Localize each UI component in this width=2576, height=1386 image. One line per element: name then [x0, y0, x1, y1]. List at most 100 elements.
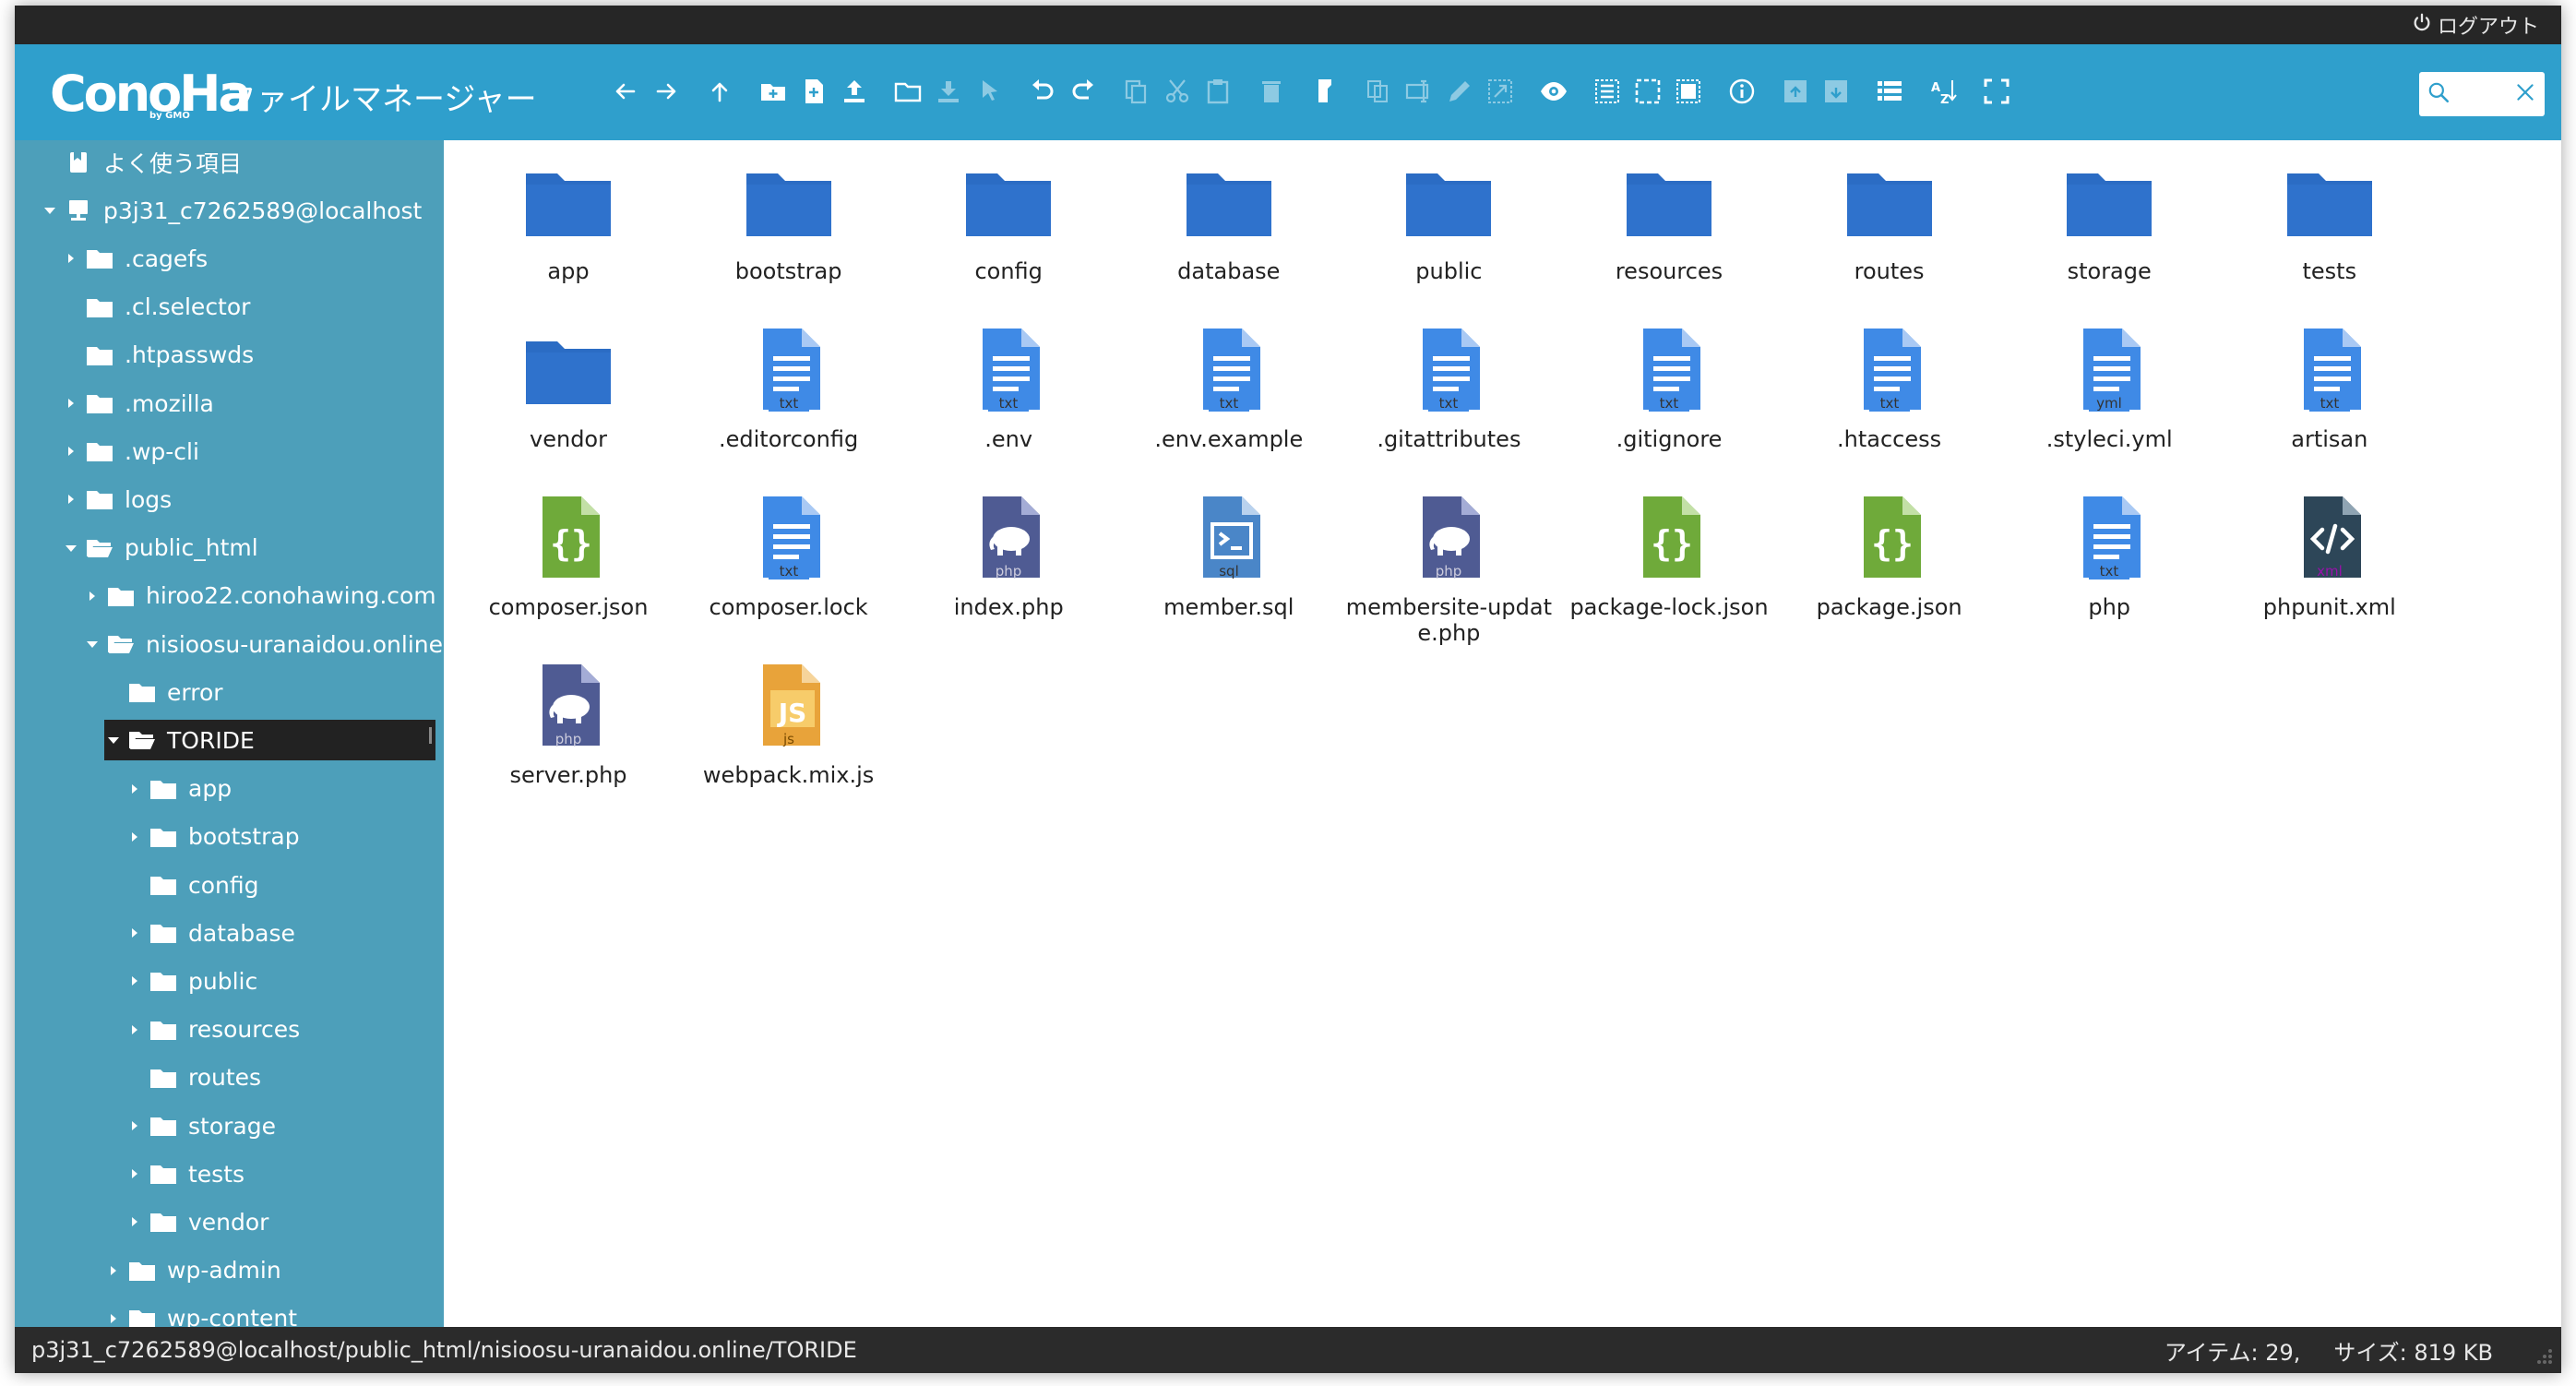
sidebar-item-cagefs[interactable]: .cagefs	[62, 238, 208, 279]
folder-item-public[interactable]: public	[1342, 157, 1555, 284]
resize-handle[interactable]	[429, 727, 432, 745]
search-box[interactable]	[2419, 72, 2545, 116]
file-item-webpack-mix-js[interactable]: JS js webpack.mix.js	[683, 661, 895, 788]
file-item-htaccess[interactable]: txt .htaccess	[1783, 325, 1996, 452]
forward-button[interactable]	[646, 74, 686, 113]
delete-button[interactable]	[1251, 74, 1292, 113]
file-item-package-lock-json[interactable]: {} package-lock.json	[1563, 493, 1775, 620]
file-item-php[interactable]: txt php	[2003, 493, 2215, 620]
extract-button[interactable]	[1775, 74, 1816, 113]
select-all-button[interactable]	[1587, 74, 1628, 113]
sidebar-item-database[interactable]: database	[125, 913, 295, 953]
file-item-editorconfig[interactable]: txt .editorconfig	[683, 325, 895, 452]
file-item-composer-lock[interactable]: txt composer.lock	[683, 493, 895, 620]
expand-arrow-icon[interactable]	[62, 249, 80, 268]
sidebar-item-public[interactable]: public	[125, 961, 257, 1001]
fullscreen-button[interactable]	[1976, 74, 2017, 113]
clear-search-icon[interactable]	[2513, 80, 2537, 108]
preview-button[interactable]	[1533, 74, 1574, 113]
folder-item-database[interactable]: database	[1123, 157, 1335, 284]
resize-button[interactable]	[1480, 74, 1521, 113]
expand-arrow-icon[interactable]	[125, 924, 144, 942]
file-item-server-php[interactable]: php server.php	[462, 661, 674, 788]
sidebar-item-config[interactable]: config	[125, 865, 259, 905]
folder-item-config[interactable]: config	[902, 157, 1115, 284]
file-item-member-sql[interactable]: sql member.sql	[1123, 493, 1335, 620]
paste-button[interactable]	[1198, 74, 1238, 113]
file-item-styleci-yml[interactable]: yml .styleci.yml	[2003, 325, 2215, 452]
collapse-arrow-icon[interactable]	[83, 635, 101, 653]
search-input[interactable]	[2454, 83, 2510, 105]
edit-button[interactable]	[1439, 74, 1480, 113]
file-item-membersite-update-php[interactable]: php membersite-update.php	[1342, 493, 1555, 646]
rename-button[interactable]	[1399, 74, 1439, 113]
folder-item-routes[interactable]: routes	[1783, 157, 1996, 284]
open-button[interactable]	[888, 74, 928, 113]
file-item-composer-json[interactable]: {} composer.json	[462, 493, 674, 620]
tree-favorites[interactable]: よく使う項目	[41, 142, 242, 183]
file-item-env[interactable]: txt .env	[902, 325, 1115, 452]
expand-arrow-icon[interactable]	[125, 1021, 144, 1039]
sidebar-item-app[interactable]: app	[125, 769, 232, 809]
back-button[interactable]	[605, 74, 646, 113]
folder-item-tests[interactable]: tests	[2224, 157, 2436, 284]
file-item-phpunit-xml[interactable]: xml phpunit.xml	[2224, 493, 2436, 620]
invert-select-button[interactable]	[1668, 74, 1709, 113]
sidebar-item-wp-content[interactable]: wp-content	[104, 1298, 297, 1327]
resize-grip-icon[interactable]	[2534, 1345, 2554, 1366]
expand-arrow-icon[interactable]	[125, 1165, 144, 1183]
file-item-index-php[interactable]: php index.php	[902, 493, 1115, 620]
sidebar-item-tests[interactable]: tests	[125, 1153, 244, 1194]
sidebar-item-hiroo22-conohawing-com[interactable]: hiroo22.conohawing.com	[83, 576, 436, 616]
sidebar-item-wp-admin[interactable]: wp-admin	[104, 1250, 281, 1291]
copy-button[interactable]	[1116, 74, 1157, 113]
download-button[interactable]	[928, 74, 969, 113]
file-item-gitignore[interactable]: txt .gitignore	[1563, 325, 1775, 452]
collapse-arrow-icon[interactable]	[41, 201, 59, 220]
undo-button[interactable]	[1022, 74, 1063, 113]
file-item-package-json[interactable]: {} package.json	[1783, 493, 1996, 620]
expand-arrow-icon[interactable]	[125, 1213, 144, 1231]
redo-button[interactable]	[1063, 74, 1103, 113]
folder-item-app[interactable]: app	[462, 157, 674, 284]
sidebar-item-toride[interactable]: TORIDE	[104, 720, 435, 761]
expand-arrow-icon[interactable]	[83, 587, 101, 605]
sort-button[interactable]: AZ	[1923, 74, 1963, 113]
sidebar-item-storage[interactable]: storage	[125, 1105, 276, 1146]
folder-item-bootstrap[interactable]: bootstrap	[683, 157, 895, 284]
sidebar-item-htpasswds[interactable]: .htpasswds	[62, 335, 254, 376]
expand-arrow-icon[interactable]	[104, 1261, 123, 1280]
new-file-button[interactable]	[793, 74, 834, 113]
getfile-button[interactable]	[969, 74, 1009, 113]
archive-button[interactable]	[1816, 74, 1856, 113]
sidebar-item-logs[interactable]: logs	[62, 479, 172, 520]
sidebar-item-error[interactable]: error	[104, 672, 223, 712]
sidebar-item-routes[interactable]: routes	[125, 1057, 261, 1098]
file-item-artisan[interactable]: txt artisan	[2224, 325, 2436, 452]
view-list-button[interactable]	[1869, 74, 1910, 113]
sidebar-item-wp-cli[interactable]: .wp-cli	[62, 431, 199, 472]
info-button[interactable]	[1722, 74, 1762, 113]
sidebar-item-cl-selector[interactable]: .cl.selector	[62, 287, 250, 328]
expand-arrow-icon[interactable]	[62, 442, 80, 460]
expand-arrow-icon[interactable]	[125, 828, 144, 846]
folder-item-storage[interactable]: storage	[2003, 157, 2215, 284]
collapse-arrow-icon[interactable]	[62, 539, 80, 557]
upload-button[interactable]	[834, 74, 875, 113]
sidebar-item-mozilla[interactable]: .mozilla	[62, 383, 214, 424]
collapse-arrow-icon[interactable]	[104, 731, 123, 749]
tree-root-host[interactable]: p3j31_c7262589@localhost	[41, 190, 422, 231]
sidebar-item-public-html[interactable]: public_html	[62, 528, 258, 568]
sidebar-item-resources[interactable]: resources	[125, 1010, 300, 1050]
expand-arrow-icon[interactable]	[125, 780, 144, 798]
duplicate-button[interactable]	[1358, 74, 1399, 113]
folder-item-resources[interactable]: resources	[1563, 157, 1775, 284]
logout-button[interactable]: ログアウト	[2412, 11, 2539, 39]
expand-arrow-icon[interactable]	[125, 972, 144, 990]
expand-arrow-icon[interactable]	[125, 1117, 144, 1135]
expand-arrow-icon[interactable]	[62, 490, 80, 508]
new-folder-button[interactable]	[753, 74, 793, 113]
empty-button[interactable]	[1305, 74, 1345, 113]
file-item-env-example[interactable]: txt .env.example	[1123, 325, 1335, 452]
up-button[interactable]	[699, 74, 740, 113]
